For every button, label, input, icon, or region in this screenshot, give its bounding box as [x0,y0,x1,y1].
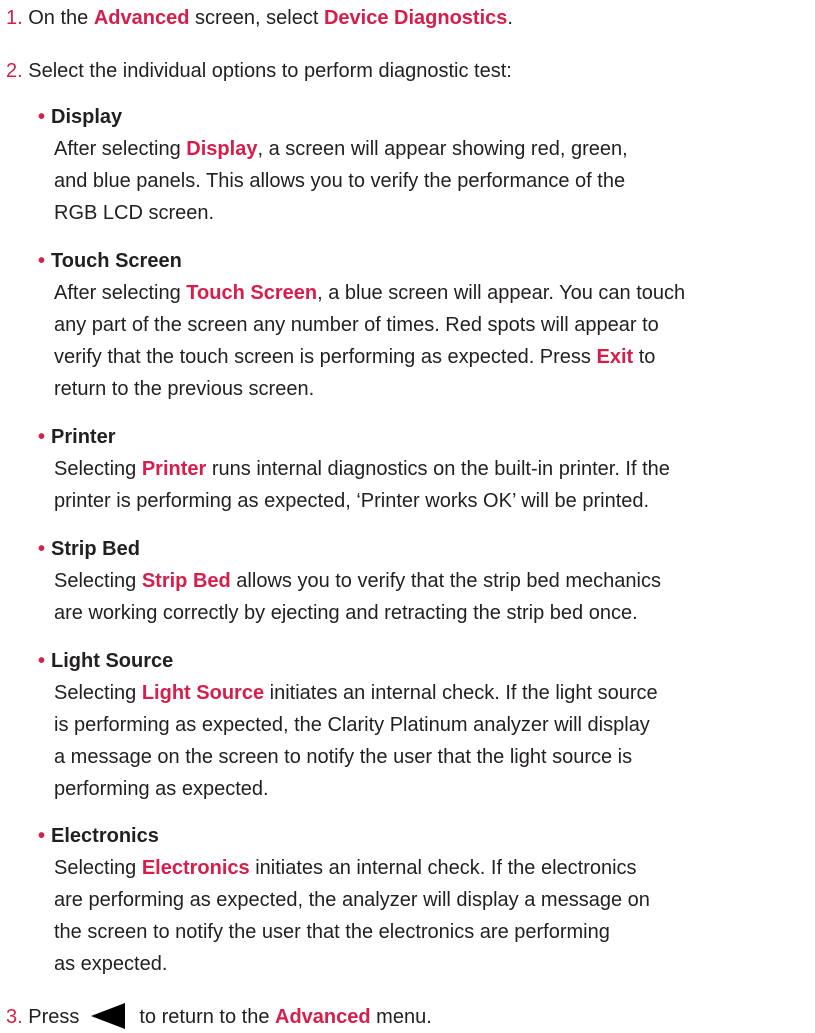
item-printer: • Printer Selecting Printer runs internal… [38,421,808,517]
item-title: • Touch Screen [38,250,182,272]
step-1-text-b: screen, select [189,7,324,29]
step-1-text-c: . [507,7,513,29]
description-text: After selecting [54,282,187,304]
step-3-text-c: menu. [370,1006,432,1028]
step-3-highlight-advanced: Advanced [275,1006,371,1028]
item-description: After selecting Touch Screen, a blue scr… [54,277,808,405]
description-line: the screen to notify the user that the e… [54,921,610,943]
highlighted-term: Light Source [141,682,265,704]
highlighted-term: Printer [141,458,207,480]
bullet-icon: • [38,825,46,847]
description-line: printer is performing as expected, ‘Prin… [54,490,650,512]
bullet-icon: • [38,426,46,448]
description-text: allows you to verify that the strip bed … [230,570,661,592]
description-line: Selecting Electronics initiates an inter… [54,852,808,884]
item-light-source: • Light Source Selecting Light Source ini… [38,645,808,805]
description-line: is performing as expected, the Clarity P… [54,714,650,736]
description-text: Selecting [54,682,142,704]
step-2: 2. Select the individual options to perf… [6,55,512,87]
highlighted-term: Electronics [141,857,250,879]
description-line: any part of the screen any number of tim… [54,314,659,336]
description-line: a message on the screen to notify the us… [54,746,633,768]
item-display: • Display After selecting Display, a scre… [38,101,808,229]
step-3-number: 3. [6,1006,23,1028]
description-text: , a blue screen will appear. You can tou… [317,282,686,304]
highlighted-term: Exit [596,346,634,368]
description-line: verify that the touch screen is performi… [54,341,808,373]
back-arrow-icon [91,1002,126,1029]
item-title: • Display [38,106,123,128]
description-text: Selecting [54,570,142,592]
description-line: After selecting Touch Screen, a blue scr… [54,277,808,309]
step-3-text-b: to return to the [139,1006,276,1028]
description-text: initiates an internal check. If the ligh… [264,682,658,704]
highlighted-term: Strip Bed [141,570,231,592]
item-touch-screen: • Touch Screen After selecting Touch Scre… [38,245,808,405]
description-line: as expected. [54,953,168,975]
description-text: , a screen will appear showing red, gree… [257,138,628,160]
description-text: Selecting [54,857,142,879]
item-electronics: • Electronics Selecting Electronics initi… [38,820,808,980]
description-line: After selecting Display, a screen will a… [54,133,808,165]
step-1-number: 1. [6,7,23,29]
item-description: Selecting Strip Bed allows you to verify… [54,565,808,629]
step-2-number: 2. [6,60,23,82]
description-line: Selecting Strip Bed allows you to verify… [54,565,808,597]
description-text: initiates an internal check. If the elec… [249,857,637,879]
highlighted-term: Touch Screen [186,282,318,304]
step-1-highlight-advanced: Advanced [93,7,190,29]
description-text: Selecting [54,458,142,480]
description-line: are performing as expected, the analyzer… [54,889,650,911]
bullet-icon: • [38,106,46,128]
description-text: After selecting [54,138,187,160]
item-title: • Light Source [38,650,174,672]
step-1-text-a: On the [28,7,94,29]
item-description: Selecting Printer runs internal diagnost… [54,453,808,517]
step-1-highlight-device-diagnostics: Device Diagnostics [323,7,508,29]
highlighted-term: Display [186,138,258,160]
step-1: 1. On the Advanced screen, select Device… [6,2,513,34]
description-text: verify that the touch screen is performi… [54,346,597,368]
item-strip-bed: • Strip Bed Selecting Strip Bed allows yo… [38,533,808,629]
description-line: Selecting Printer runs internal diagnost… [54,453,808,485]
item-title: • Printer [38,426,116,448]
step-3: 3. Press to return to the Advanced menu. [6,1001,432,1033]
description-line: return to the previous screen. [54,378,315,400]
bullet-icon: • [38,250,46,272]
item-description: Selecting Light Source initiates an inte… [54,677,808,805]
item-description: Selecting Electronics initiates an inter… [54,852,808,980]
step-3-text-a: Press [28,1006,80,1028]
item-description: After selecting Display, a screen will a… [54,133,808,229]
item-title: • Strip Bed [38,538,140,560]
bullet-icon: • [38,650,46,672]
description-line: and blue panels. This allows you to veri… [54,170,626,192]
item-title: • Electronics [38,825,159,847]
description-line: are working correctly by ejecting and re… [54,602,638,624]
description-line: Selecting Light Source initiates an inte… [54,677,808,709]
step-2-text: Select the individual options to perform… [28,60,512,82]
description-line: RGB LCD screen. [54,202,215,224]
description-text: runs internal diagnostics on the built-i… [206,458,670,480]
bullet-icon: • [38,538,46,560]
description-line: performing as expected. [54,778,269,800]
description-text: to [633,346,656,368]
